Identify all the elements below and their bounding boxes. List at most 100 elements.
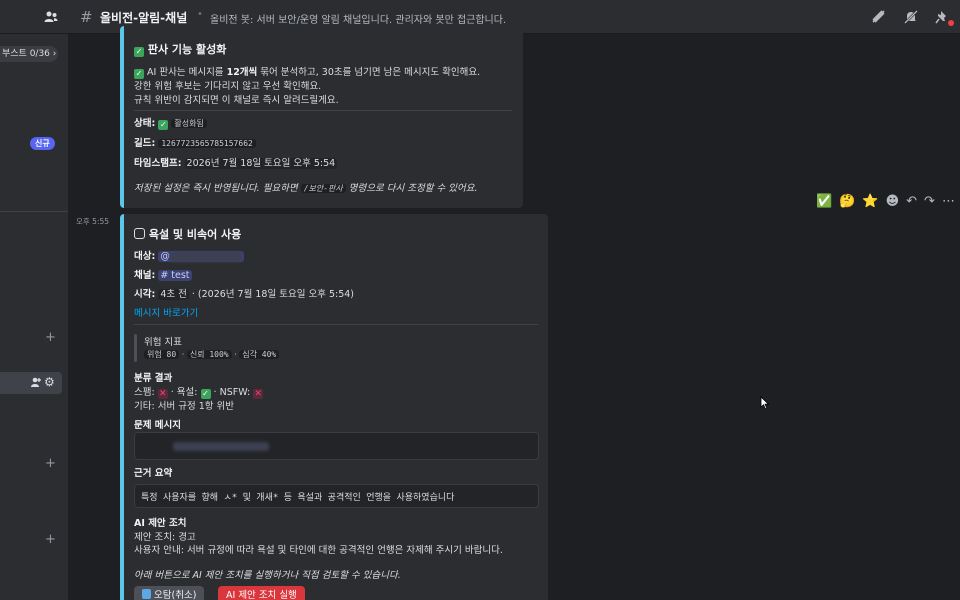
embed-divider [134, 110, 512, 111]
field-target: 대상: @ [134, 248, 244, 262]
more-options-icon[interactable]: ⋯ [942, 194, 955, 209]
channel-title: 올비전-알림-채널 [100, 11, 188, 25]
channel-mention[interactable]: # test [158, 270, 192, 281]
classification-title: 분류 결과 [134, 373, 173, 384]
field-status: 상태: ✓ 활성화됨 [134, 115, 207, 130]
alert-icon [134, 228, 145, 239]
mouse-cursor-icon [760, 396, 770, 410]
channel-settings-gear-icon[interactable]: ⚙ [44, 375, 55, 389]
class-abuse-label: · 욕설: [170, 387, 198, 398]
header-separator: • [197, 9, 203, 20]
field-time: 시각: 4초 전 · (2026년 7월 18일 토요일 오후 5:54) [134, 286, 354, 300]
field-label: 상태: [134, 118, 156, 129]
check-icon: ✓ [134, 47, 144, 57]
embed-title-text: 판사 기능 활성화 [147, 43, 227, 56]
mute-bell-icon[interactable] [902, 8, 920, 26]
channel-hash-icon: # [80, 8, 93, 26]
add-channel-icon[interactable]: + [45, 456, 56, 471]
pin-notification-dot [948, 20, 954, 26]
message-timestamp: 오후 5:55 [76, 217, 110, 226]
severity-score: 심각 40% [239, 350, 280, 359]
quote-bar [134, 334, 137, 362]
field-label: 시각: [134, 289, 156, 300]
field-label: 채널: [134, 270, 156, 281]
field-label: 대상: [134, 251, 156, 262]
embed-title-text: 욕설 및 비속어 사용 [148, 228, 242, 241]
risk-title: 위험 지표 [144, 337, 182, 348]
ai-suggested-action: 제안 조치: 경고 [134, 532, 196, 543]
relative-time: 4초 전 [158, 289, 189, 300]
trust-score: 신뢰 100% [186, 350, 232, 359]
message-hover-toolbar: ✅ 🤔 ⭐ ☻ ↶ ↷ ⋯ [816, 194, 955, 209]
mention-at: @ [160, 251, 170, 262]
add-channel-icon[interactable]: + [45, 532, 56, 547]
desc-text: AI 판사는 메시지를 [147, 67, 227, 78]
field-label: 길드: [134, 138, 156, 149]
embed-desc-line2: 강한 위험 후보는 기다리지 않고 우선 확인해요. [134, 81, 322, 92]
ai-user-guide: 사용자 안내: 서버 규정에 따라 욕설 및 타인에 대한 공격적인 언행은 자… [134, 545, 503, 556]
pin-icon[interactable] [934, 8, 954, 26]
desc-text: 묶어 분석하고, 30초를 넘기면 남은 메시지도 확인해요. [257, 67, 481, 78]
field-timestamp: 타임스탬프: 2026년 7월 18일 토요일 오후 5:54 [134, 155, 338, 169]
reason-title: 근거 요약 [134, 468, 173, 479]
reason-text: 특정 사용자를 향해 ㅅ* 및 개새* 등 욕설과 공격적인 언행을 사용하였습… [141, 493, 455, 503]
embed-title: 욕설 및 비속어 사용 [134, 226, 241, 242]
slash-command[interactable]: /보안-판사 [300, 184, 346, 193]
execute-ai-action-button[interactable]: AI 제안 조치 실행 [218, 586, 305, 600]
target-user-mention[interactable]: @ [158, 251, 244, 262]
desc-bold: 12개씩 [226, 67, 258, 78]
boost-label: 부스트 0/36 [2, 49, 50, 59]
classification-line: 스팸: ✕ · 욕설: ✓ · NSFW: ✕ [134, 384, 264, 399]
embed-desc-line1: ✓ AI 판사는 메시지를 12개씩 묶어 분석하고, 30초를 넘기면 남은 … [134, 64, 480, 79]
check-icon: ✓ [158, 120, 169, 130]
server-boost-progress[interactable]: 부스트 0/36 › [0, 46, 58, 62]
embed-footer: 저장된 설정은 즉시 반영됩니다. 필요하면 /보안-판사 명령으로 다시 조정… [134, 180, 478, 194]
x-icon: ✕ [253, 389, 264, 399]
classification-other: 기타: 서버 규정 1항 위반 [134, 401, 234, 412]
risk-score: 위험 80 [144, 350, 180, 359]
status-value: 활성화됨 [171, 119, 207, 128]
redacted-username [169, 251, 242, 262]
new-badge: 신규 [30, 137, 55, 150]
channel-topic[interactable]: 올비전 봇: 서버 보안/운영 알림 채널입니다. 관리자와 봇만 접근합니다. [210, 11, 506, 26]
footer-text: 명령으로 다시 조정할 수 있어요. [345, 183, 478, 194]
problem-message-box [134, 432, 539, 460]
embed-title: ✓ 판사 기능 활성화 [134, 41, 226, 57]
members-icon[interactable] [44, 10, 58, 24]
reaction-star[interactable]: ⭐ [862, 194, 878, 209]
add-reaction-icon[interactable]: ☻ [886, 194, 900, 209]
footer-text: 저장된 설정은 즉시 반영됩니다. 필요하면 [134, 183, 301, 194]
jump-to-message-link[interactable]: 메시지 바로가기 [134, 305, 198, 319]
reason-box: 특정 사용자를 향해 ㅅ* 및 개새* 등 욕설과 공격적인 언행을 사용하였습… [134, 484, 539, 508]
class-spam-label: 스팸: [134, 387, 155, 398]
forward-icon[interactable]: ↷ [924, 194, 935, 209]
risk-metrics: 위험 80 · 신뢰 100% · 심각 40% [144, 349, 280, 360]
shield-icon [142, 589, 151, 599]
channel-sidebar: 부스트 0/36 › 신규 + ⚙ + + [0, 34, 68, 600]
ai-suggestion-title: AI 제안 조치 [134, 518, 187, 529]
embed-divider [134, 324, 538, 325]
false-positive-cancel-button[interactable]: 오탐(취소) [134, 586, 205, 600]
header-toolbar [870, 8, 954, 26]
redacted-message [173, 442, 269, 451]
field-channel: 채널: # test [134, 267, 192, 281]
reaction-check[interactable]: ✅ [816, 194, 832, 209]
embed-footer: 아래 버튼으로 AI 제안 조치를 실행하거나 직접 검토할 수 있습니다. [134, 570, 401, 581]
guild-id-value: 1267723565785157662 [158, 139, 256, 148]
message-area: ✓ 판사 기능 활성화 ✓ AI 판사는 메시지를 12개씩 묶어 분석하고, … [68, 26, 960, 600]
field-label: 타임스탬프: [134, 158, 182, 169]
sidebar-item-active-channel[interactable]: ⚙ [0, 372, 62, 394]
add-channel-icon[interactable]: + [45, 330, 56, 345]
embed-abuse-alert: 욕설 및 비속어 사용 대상: @ 채널: # test 시각: 4초 전 · … [120, 214, 548, 600]
reply-icon[interactable]: ↶ [906, 194, 917, 209]
absolute-time: · (2026년 7월 18일 토요일 오후 5:54) [188, 289, 354, 300]
embed-desc-line3: 규칙 위반이 감지되면 이 채널로 즉시 알려드릴게요. [134, 95, 339, 106]
reaction-thinking[interactable]: 🤔 [839, 194, 855, 209]
invite-member-icon[interactable] [30, 376, 42, 391]
threads-icon[interactable] [870, 8, 888, 26]
header-left-zone [0, 0, 68, 34]
timestamp-value: 2026년 7월 18일 토요일 오후 5:54 [184, 158, 338, 169]
class-nsfw-label: · NSFW: [213, 387, 251, 398]
field-guild: 길드: 1267723565785157662 [134, 135, 256, 149]
problem-message-title: 문제 메시지 [134, 420, 182, 431]
